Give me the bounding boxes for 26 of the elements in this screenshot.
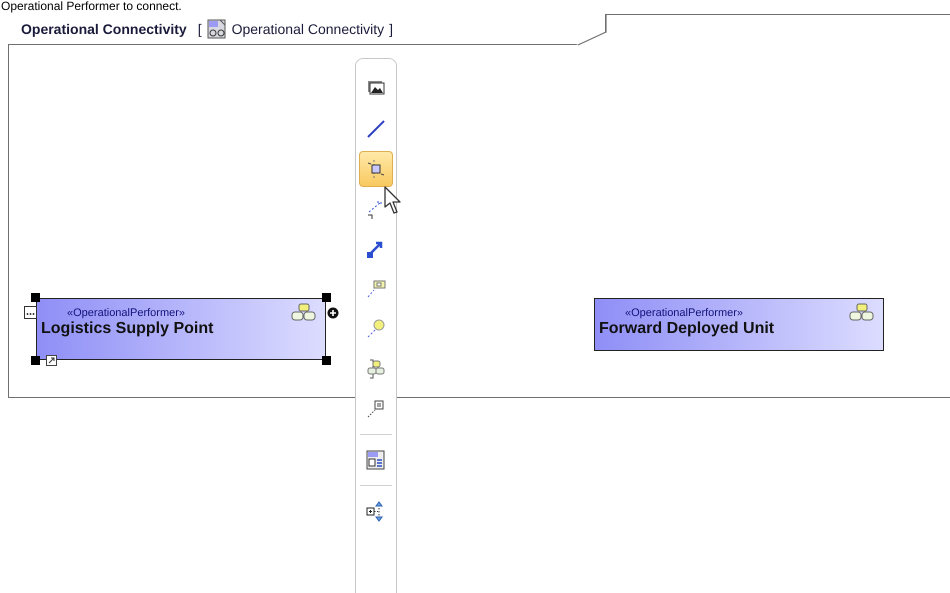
diagram-name: Operational Connectivity xyxy=(232,20,384,39)
frame-title: Operational Connectivity xyxy=(21,20,187,39)
stereotype-label: «OperationalPerformer» xyxy=(67,306,186,321)
bracket: [ xyxy=(198,20,202,39)
resize-handle[interactable] xyxy=(31,293,40,302)
resize-handle[interactable] xyxy=(31,356,40,365)
caption-text: Operational Performer to connect. xyxy=(1,0,182,13)
bracket: ] xyxy=(389,20,394,39)
performer-icon xyxy=(365,358,387,380)
add-icon[interactable] xyxy=(327,307,339,319)
stereotype-label: «OperationalPerformer» xyxy=(625,306,744,321)
resize-handle[interactable] xyxy=(322,293,331,302)
resize-handle[interactable] xyxy=(322,356,331,365)
line-icon xyxy=(365,118,387,140)
node-name: Logistics Supply Point xyxy=(40,320,214,338)
tool-button[interactable] xyxy=(359,151,393,187)
performer-icon xyxy=(291,303,317,323)
link-icon[interactable] xyxy=(46,355,57,366)
note-link-icon xyxy=(365,278,387,300)
element-icon xyxy=(365,158,387,180)
more-icon[interactable] xyxy=(24,306,37,319)
node-name: Forward Deployed Unit xyxy=(598,320,776,338)
constraint-icon xyxy=(365,318,387,340)
diagram-icon xyxy=(206,19,227,39)
diagram-icon xyxy=(365,449,387,471)
performer-icon xyxy=(849,303,875,323)
